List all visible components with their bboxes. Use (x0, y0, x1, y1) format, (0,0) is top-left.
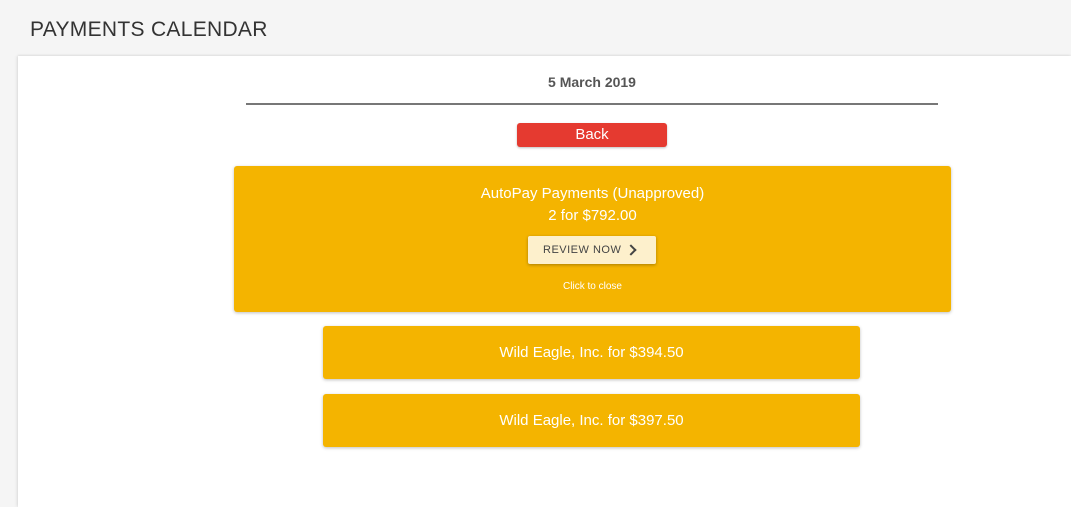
payment-card[interactable]: Wild Eagle, Inc. for $397.50 (323, 394, 860, 447)
back-button[interactable]: Back (517, 123, 667, 147)
review-now-label: REVIEW NOW (543, 244, 622, 256)
autopay-summary: 2 for $792.00 (548, 207, 637, 224)
date-heading: 5 March 2019 (548, 74, 636, 90)
page-header: PAYMENTS CALENDAR (0, 0, 1071, 56)
click-to-close-hint: Click to close (563, 281, 622, 292)
chevron-right-icon (625, 244, 637, 256)
review-now-button[interactable]: REVIEW NOW (528, 236, 656, 264)
content-panel: 5 March 2019 Back AutoPay Payments (Unap… (18, 56, 1071, 507)
autopay-title: AutoPay Payments (Unapproved) (480, 185, 705, 202)
date-divider (246, 103, 938, 105)
page-title: PAYMENTS CALENDAR (30, 18, 268, 41)
autopay-card[interactable]: AutoPay Payments (Unapproved) 2 for $792… (234, 166, 951, 312)
payment-card[interactable]: Wild Eagle, Inc. for $394.50 (323, 326, 860, 379)
